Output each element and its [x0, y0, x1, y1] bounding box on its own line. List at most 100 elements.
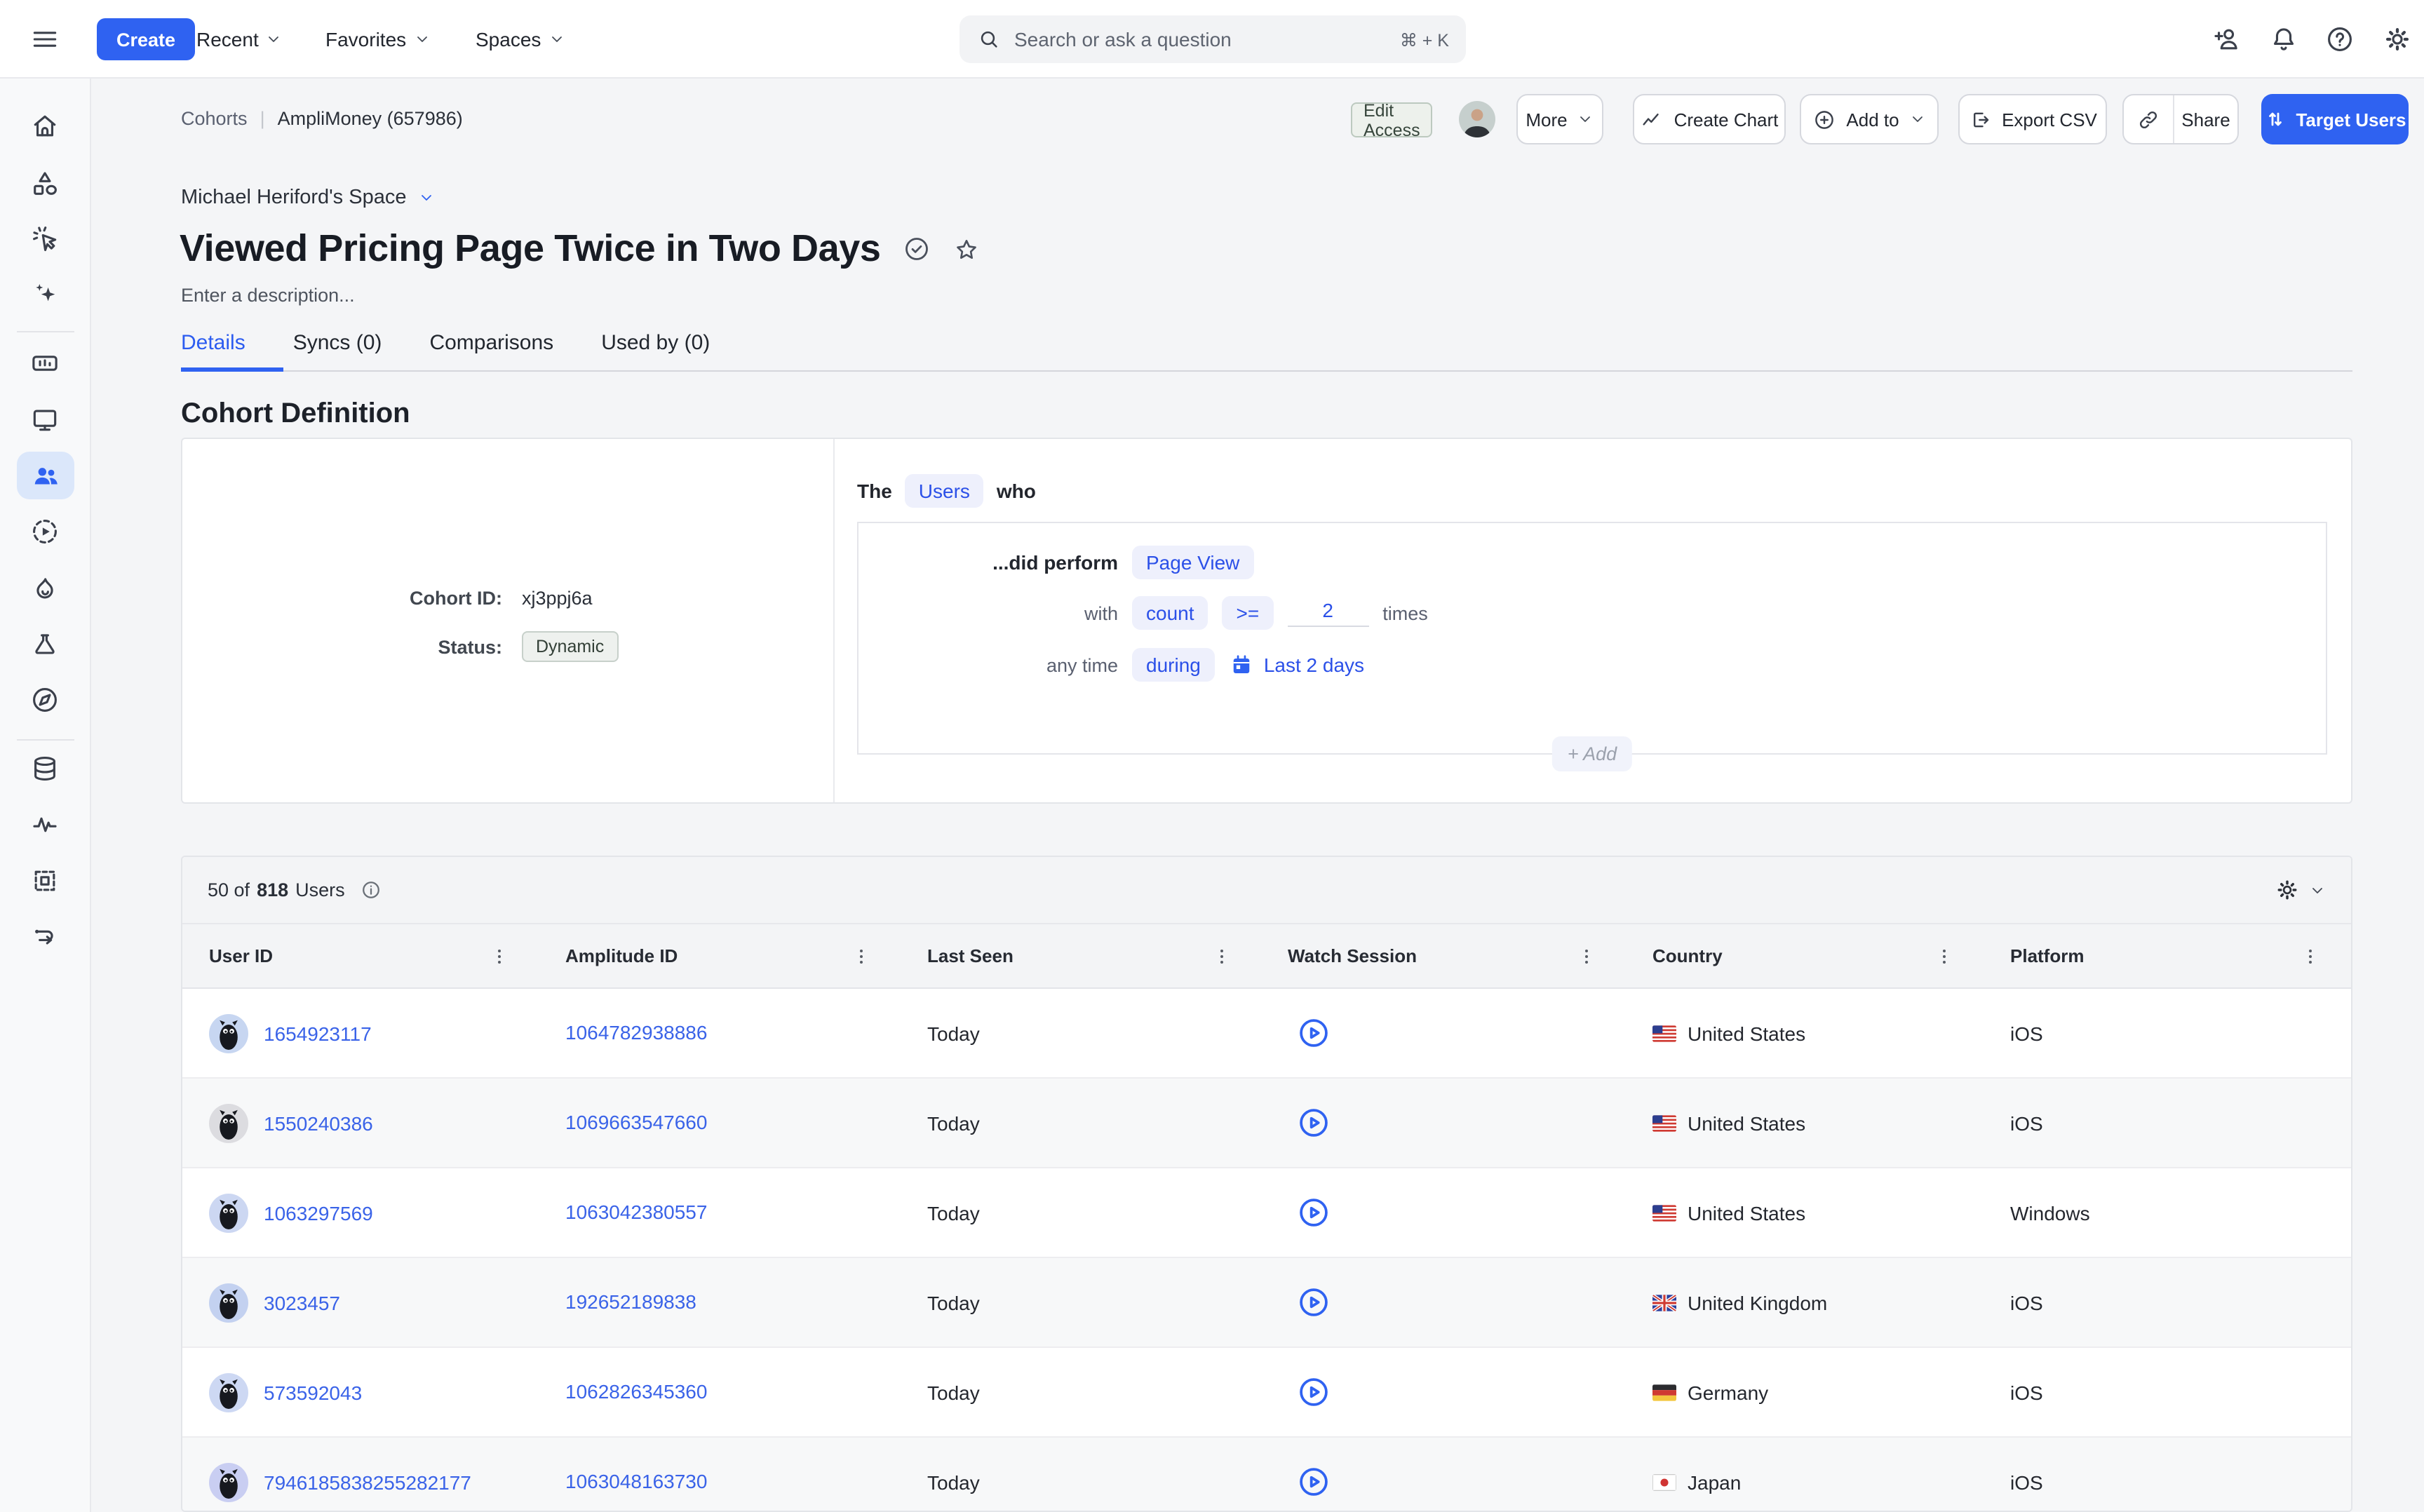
- watch-session-play-icon[interactable]: [1296, 1285, 1331, 1320]
- user-id-link[interactable]: 1654923117: [264, 1022, 372, 1044]
- global-search[interactable]: ⌘ + K: [959, 15, 1466, 63]
- verified-badge-icon[interactable]: [902, 234, 931, 264]
- nav-ai-sparkles-icon[interactable]: [29, 279, 60, 310]
- nav-discover-compass-icon[interactable]: [29, 684, 60, 715]
- nav-assets-icon[interactable]: [29, 168, 60, 199]
- target-users-button[interactable]: Target Users: [2261, 94, 2409, 144]
- table-row[interactable]: 1063297569 1063042380557 Today United St…: [182, 1168, 2351, 1258]
- nav-home-icon[interactable]: [29, 111, 60, 142]
- amplitude-id-link[interactable]: 1063048163730: [565, 1469, 707, 1492]
- hamburger-menu-icon[interactable]: [29, 24, 60, 55]
- user-id-link[interactable]: 7946185838255282177: [264, 1471, 471, 1493]
- favorites-menu[interactable]: Favorites: [325, 0, 430, 79]
- arrows-up-down-icon: [2263, 108, 2286, 130]
- amplitude-id-link[interactable]: 192652189838: [565, 1290, 696, 1312]
- info-icon[interactable]: [359, 878, 383, 902]
- amplitude-id-link[interactable]: 1069663547660: [565, 1110, 707, 1133]
- table-body: 1654923117 1064782938886 Today United St…: [182, 989, 2351, 1512]
- aggregation-chip[interactable]: count: [1132, 596, 1208, 630]
- settings-gear-icon[interactable]: [2382, 24, 2413, 55]
- user-id-link[interactable]: 573592043: [264, 1381, 362, 1403]
- more-button[interactable]: More: [1516, 94, 1603, 144]
- nav-cohorts-users-icon[interactable]: [29, 460, 60, 491]
- create-button[interactable]: Create: [97, 18, 195, 60]
- export-csv-button[interactable]: Export CSV: [1958, 94, 2107, 144]
- search-input[interactable]: [1014, 28, 1387, 50]
- table-row[interactable]: 573592043 1062826345360 Today Germany iO…: [182, 1348, 2351, 1438]
- watch-session-play-icon[interactable]: [1296, 1195, 1331, 1230]
- cohort-id-label: Cohort ID:: [182, 588, 502, 609]
- column-menu-icon[interactable]: [1934, 945, 1954, 967]
- table-row[interactable]: 1654923117 1064782938886 Today United St…: [182, 989, 2351, 1079]
- date-range-picker[interactable]: Last 2 days: [1229, 652, 1364, 677]
- spaces-menu[interactable]: Spaces: [476, 0, 565, 79]
- share-button[interactable]: Share: [2122, 94, 2239, 144]
- watch-session-play-icon[interactable]: [1296, 1464, 1331, 1499]
- description-placeholder[interactable]: Enter a description...: [181, 285, 355, 306]
- platform-value: iOS: [2010, 1291, 2351, 1314]
- nav-dashboards-icon[interactable]: [29, 348, 60, 379]
- nav-signals-pulse-icon[interactable]: [29, 809, 60, 840]
- nav-connections-route-icon[interactable]: [29, 922, 60, 952]
- column-menu-icon[interactable]: [851, 945, 871, 967]
- help-icon[interactable]: [2324, 24, 2355, 55]
- tab-comparisons[interactable]: Comparisons: [429, 331, 553, 372]
- subject-chip[interactable]: Users: [905, 474, 984, 508]
- amplitude-id-link[interactable]: 1063042380557: [565, 1200, 707, 1222]
- times-label: times: [1382, 602, 1428, 623]
- chevron-down-icon: [417, 189, 434, 206]
- table-row[interactable]: 1550240386 1069663547660 Today United St…: [182, 1079, 2351, 1168]
- table-settings-control[interactable]: [2274, 877, 2326, 903]
- tab-details[interactable]: Details: [181, 331, 245, 372]
- event-chip[interactable]: Page View: [1132, 546, 1253, 579]
- space-selector[interactable]: Michael Heriford's Space: [181, 187, 434, 209]
- during-chip[interactable]: during: [1132, 648, 1215, 682]
- owner-avatar[interactable]: [1459, 101, 1495, 137]
- operator-chip[interactable]: >=: [1223, 596, 1274, 630]
- chevron-down-icon: [1909, 111, 1926, 128]
- amplitude-id-link[interactable]: 1062826345360: [565, 1379, 707, 1402]
- page-title[interactable]: Viewed Pricing Page Twice in Two Days: [180, 227, 881, 271]
- user-id-link[interactable]: 3023457: [264, 1291, 340, 1314]
- users-table-card: 50 of 818 Users User ID Amplitude ID Las…: [181, 856, 2352, 1512]
- rail-divider: [17, 331, 74, 332]
- breadcrumb-cohorts-link[interactable]: Cohorts: [181, 108, 248, 129]
- star-favorite-icon[interactable]: [952, 235, 981, 263]
- watch-session-play-icon[interactable]: [1296, 1105, 1331, 1140]
- watch-session-play-icon[interactable]: [1296, 1015, 1331, 1051]
- notifications-bell-icon[interactable]: [2268, 24, 2299, 55]
- nav-events-icon[interactable]: [29, 223, 60, 254]
- sentence-the: The: [857, 480, 892, 502]
- with-label: with: [858, 602, 1118, 623]
- watch-session-play-icon[interactable]: [1296, 1375, 1331, 1410]
- chevron-down-icon: [2309, 882, 2326, 898]
- nav-data-icon[interactable]: [29, 753, 60, 784]
- table-row[interactable]: 3023457 192652189838 Today United Kingdo…: [182, 1258, 2351, 1348]
- column-menu-icon[interactable]: [1577, 945, 1596, 967]
- copy-link-icon[interactable]: [2124, 107, 2173, 131]
- column-menu-icon[interactable]: [2301, 945, 2320, 967]
- recent-menu[interactable]: Recent: [196, 0, 283, 79]
- user-id-link[interactable]: 1063297569: [264, 1201, 373, 1224]
- nav-sessions-icon[interactable]: [29, 404, 60, 435]
- platform-value: iOS: [2010, 1022, 2351, 1044]
- user-id-link[interactable]: 1550240386: [264, 1112, 373, 1134]
- tab-used-by[interactable]: Used by (0): [601, 331, 710, 372]
- nav-labs-icon[interactable]: [29, 865, 60, 896]
- invite-user-icon[interactable]: [2211, 24, 2242, 55]
- add-clause-button[interactable]: + Add: [1552, 736, 1632, 771]
- column-menu-icon[interactable]: [490, 945, 509, 967]
- table-row[interactable]: 7946185838255282177 1063048163730 Today …: [182, 1438, 2351, 1512]
- last-seen-value: Today: [927, 1381, 1288, 1403]
- nav-replay-icon[interactable]: [29, 516, 60, 547]
- nav-heatmap-flame-icon[interactable]: [29, 574, 60, 605]
- create-chart-button[interactable]: Create Chart: [1633, 94, 1786, 144]
- column-menu-icon[interactable]: [1212, 945, 1232, 967]
- country-value: Japan: [1688, 1471, 1741, 1493]
- edit-access-badge[interactable]: Edit Access: [1351, 102, 1433, 137]
- tab-syncs[interactable]: Syncs (0): [293, 331, 382, 372]
- nav-experiments-icon[interactable]: [29, 630, 60, 661]
- add-to-button[interactable]: Add to: [1800, 94, 1939, 144]
- amplitude-id-link[interactable]: 1064782938886: [565, 1020, 707, 1043]
- count-value-input[interactable]: 2: [1287, 599, 1368, 627]
